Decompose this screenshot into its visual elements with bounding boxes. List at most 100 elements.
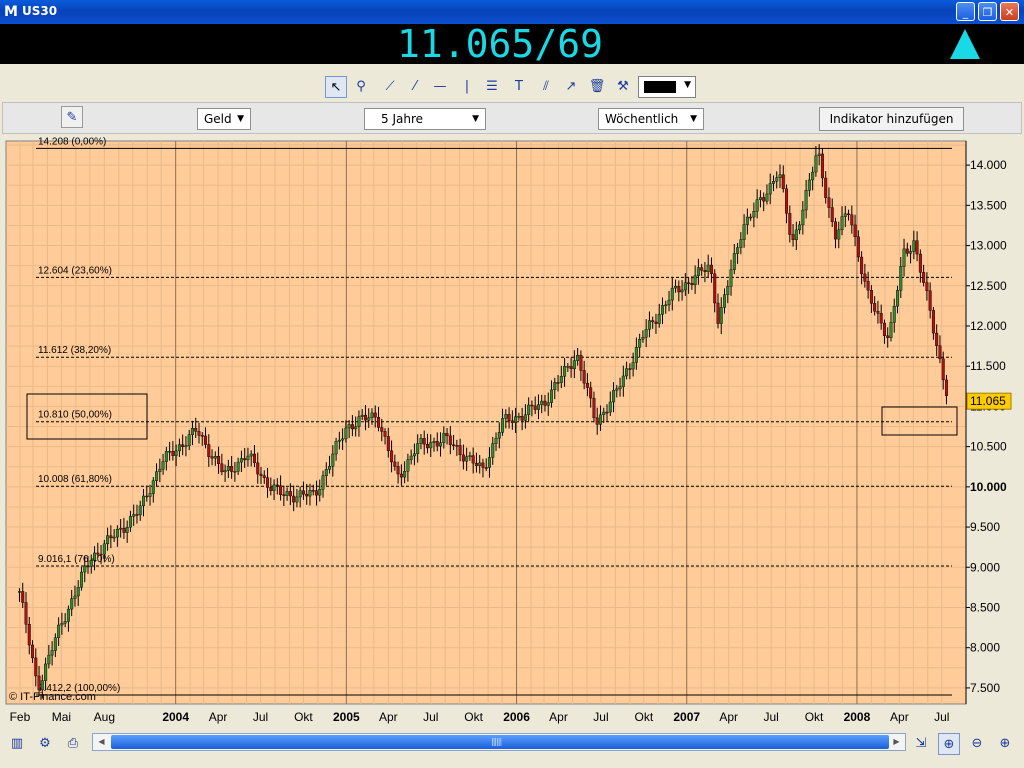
indicator-settings-icon[interactable]: ⚙ [34, 733, 56, 755]
color-picker[interactable]: ▼ [638, 76, 696, 98]
candle-up [236, 461, 240, 472]
chart-scrollbar[interactable]: ◀ |||||| ▶ [92, 733, 906, 751]
arrow-line-icon[interactable]: ↗ [560, 76, 582, 98]
candle-up [745, 216, 749, 225]
candle-up [190, 428, 194, 435]
candle-down [314, 490, 318, 496]
candle-down [259, 473, 263, 476]
candle-up [807, 179, 811, 191]
candle-down [510, 420, 514, 423]
candle-up [106, 535, 110, 545]
vertical-line-icon[interactable]: | [456, 76, 478, 98]
candle-down [122, 527, 126, 533]
candle-down [749, 216, 753, 219]
candle-down [931, 310, 935, 334]
y-tick-label: 11.500 [970, 359, 1006, 373]
candle-up [246, 455, 250, 461]
range-dropdown[interactable]: 5 Jahre ▼ [364, 108, 486, 130]
candle-down [350, 424, 354, 430]
restore-button[interactable]: ❐ [978, 2, 997, 21]
price-type-dropdown[interactable]: Geld ▼ [197, 108, 251, 130]
select-cursor-icon[interactable]: ↖ [325, 76, 347, 98]
minimize-button[interactable]: _ [956, 2, 975, 21]
candle-up [794, 229, 798, 240]
zoom-fit-icon[interactable]: ⊕ [938, 733, 960, 755]
candle-up [546, 402, 550, 406]
candle-down [922, 272, 926, 283]
candle-down [31, 644, 35, 659]
candle-up [732, 253, 736, 270]
fibonacci-icon[interactable]: ☰ [481, 76, 503, 98]
candle-down [628, 368, 632, 370]
zoom-in-icon[interactable]: ⊕ [994, 733, 1016, 755]
candle-up [47, 654, 51, 665]
candle-up [729, 269, 733, 287]
x-tick-label: Okt [464, 710, 483, 724]
candle-down [863, 273, 867, 282]
zoom-pan-icon[interactable]: ⇲ [910, 733, 932, 755]
candle-down [279, 485, 283, 495]
fibonacci-level-label: 10.008 (61,80%) [38, 474, 112, 485]
print-icon[interactable]: ⎙ [62, 733, 84, 755]
y-tick-label: 13.500 [970, 198, 1007, 212]
candle-down [390, 450, 394, 463]
candle-up [468, 455, 472, 457]
x-tick-label: 2008 [844, 710, 871, 724]
candle-down [882, 322, 886, 336]
scroll-left-icon[interactable]: ◀ [94, 735, 109, 749]
fibonacci-level-label: 9.016,1 (76,40%) [38, 554, 115, 565]
chart-type-icon[interactable]: ▥ [6, 733, 28, 755]
candle-down [455, 445, 459, 447]
candle-up [419, 438, 423, 444]
tools-icon[interactable]: ⚒ [612, 76, 634, 98]
candle-down [243, 458, 247, 461]
price-chart[interactable]: 14.208 (0,00%) 12.604 (23,60%) 11.612 (38,… [0, 135, 1024, 731]
trendline-icon[interactable]: ⟋ [379, 76, 401, 98]
candle-up [83, 565, 87, 573]
scroll-right-icon[interactable]: ▶ [889, 735, 904, 749]
candle-down [824, 177, 828, 198]
zoom-magnifier-icon[interactable]: ⚲ [350, 76, 372, 98]
candle-up [164, 451, 168, 462]
candle-up [598, 414, 602, 425]
candle-up [670, 287, 674, 301]
candle-up [478, 462, 482, 466]
candle-down [762, 197, 766, 202]
candle-down [886, 335, 890, 338]
candle-up [370, 412, 374, 418]
chart-settings-icon[interactable]: ✎ [61, 106, 83, 128]
candle-down [589, 387, 593, 399]
ray-line-icon[interactable]: ⁄ [404, 76, 426, 98]
candle-up [523, 414, 527, 421]
add-indicator-button[interactable]: Indikator hinzufügen [819, 107, 964, 131]
scrollbar-thumb[interactable]: |||||| [111, 735, 889, 749]
candle-up [902, 248, 906, 267]
candle-up [151, 480, 155, 494]
horizontal-line-icon[interactable]: — [429, 76, 451, 98]
price-display-bar: 11.065/69 [0, 24, 1024, 64]
candle-down [654, 321, 658, 324]
candle-up [608, 401, 612, 413]
candle-up [102, 543, 106, 555]
candle-up [40, 680, 44, 691]
text-tool-icon[interactable]: T [508, 76, 530, 98]
interval-dropdown[interactable]: Wöchentlich ▼ [598, 108, 704, 130]
parallel-channel-icon[interactable]: ⫽ [535, 76, 557, 98]
candle-up [341, 438, 345, 441]
zoom-out-icon[interactable]: ⊖ [966, 733, 988, 755]
trash-icon[interactable]: 🗑 [586, 76, 608, 98]
candle-down [533, 405, 537, 410]
close-button[interactable]: ✕ [1000, 2, 1019, 21]
chart-settings-bar: ✎ Geld ▼ 5 Jahre ▼ Wöchentlich ▼ Indikat… [2, 102, 1022, 134]
candle-up [233, 471, 237, 473]
candle-down [781, 174, 785, 190]
candle-down [530, 404, 534, 407]
candle-down [386, 436, 390, 452]
candle-up [73, 595, 77, 599]
candle-up [680, 289, 684, 293]
x-tick-label: 2005 [333, 710, 360, 724]
candle-down [262, 475, 266, 478]
candle-up [647, 320, 651, 330]
candle-up [566, 366, 570, 368]
candle-up [226, 466, 230, 471]
